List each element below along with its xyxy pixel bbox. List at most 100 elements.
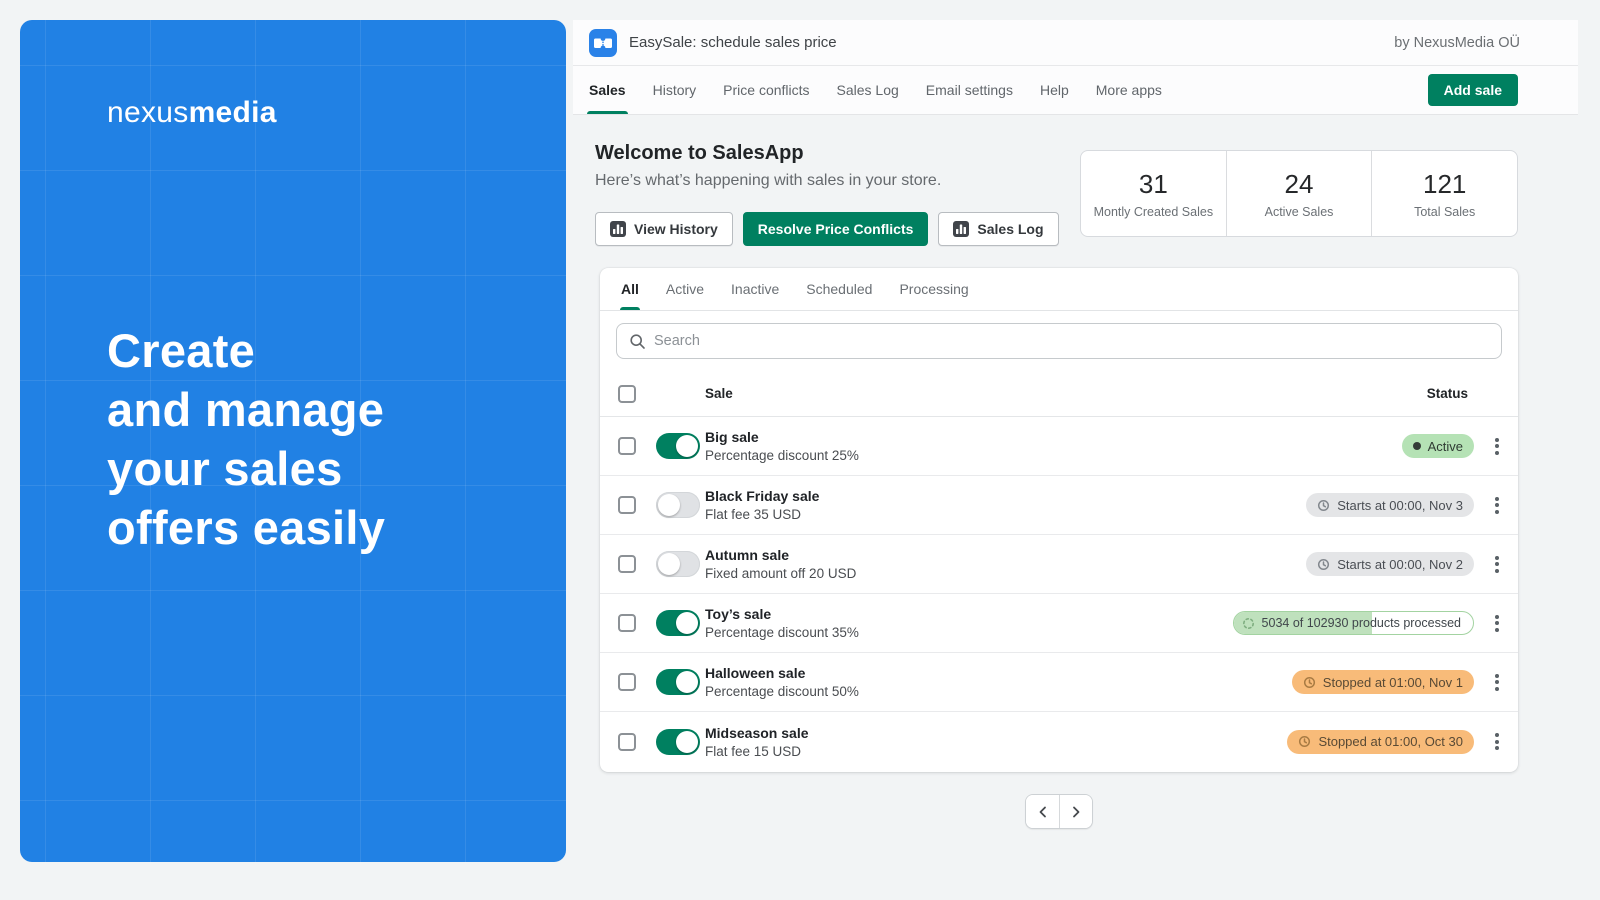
- toggle-knob: [676, 731, 698, 753]
- sale-description: Percentage discount 50%: [705, 684, 1292, 699]
- sale-name: Big sale: [705, 429, 1402, 445]
- sale-toggle[interactable]: [656, 433, 700, 459]
- status-badge-text: Stopped at 01:00, Oct 30: [1318, 734, 1463, 749]
- search-input[interactable]: [654, 333, 1489, 349]
- nav-tab-price-conflicts[interactable]: Price conflicts: [723, 66, 809, 114]
- pager-control: [1025, 794, 1093, 829]
- nav-tab-email-settings[interactable]: Email settings: [926, 66, 1013, 114]
- status-badge-text: Stopped at 01:00, Nov 1: [1323, 675, 1463, 690]
- next-page-button[interactable]: [1059, 795, 1092, 828]
- sale-info: Big sale Percentage discount 25%: [705, 429, 1402, 463]
- app-byline: by NexusMedia OÜ: [1394, 35, 1520, 51]
- resolve-price-conflicts-button[interactable]: Resolve Price Conflicts: [743, 212, 929, 246]
- prev-page-button[interactable]: [1026, 795, 1059, 828]
- pagination: [600, 794, 1518, 829]
- row-checkbox[interactable]: [618, 437, 636, 455]
- table-row: Big sale Percentage discount 25% Active: [600, 417, 1518, 476]
- sale-toggle[interactable]: [656, 610, 700, 636]
- stat-active-sales: 24Active Sales: [1226, 151, 1372, 236]
- nav-tab-sales-log[interactable]: Sales Log: [837, 66, 899, 114]
- brand-logo: nexusmedia: [107, 96, 277, 130]
- nav-tab-help[interactable]: Help: [1040, 66, 1069, 114]
- nav-tab-history[interactable]: History: [653, 66, 697, 114]
- sale-description: Flat fee 35 USD: [705, 507, 1306, 522]
- sale-toggle[interactable]: [656, 551, 700, 577]
- row-checkbox[interactable]: [618, 496, 636, 514]
- stat-montly-created-sales: 31 Montly Created Sales: [1081, 151, 1226, 236]
- stat-value: 31: [1139, 169, 1168, 200]
- app-area: EasySale: schedule sales price by NexusM…: [566, 0, 1600, 900]
- sale-toggle[interactable]: [656, 729, 700, 755]
- sale-toggle[interactable]: [656, 669, 700, 695]
- sale-info: Halloween sale Percentage discount 50%: [705, 665, 1292, 699]
- table-row: Black Friday sale Flat fee 35 USD Starts…: [600, 476, 1518, 535]
- kebab-menu-icon[interactable]: [1488, 615, 1506, 632]
- kebab-menu-icon[interactable]: [1488, 556, 1506, 573]
- brand-headline-line: and manage: [107, 380, 385, 439]
- filter-tab-all[interactable]: All: [621, 268, 639, 310]
- view-history-button[interactable]: View History: [595, 212, 733, 246]
- add-sale-button[interactable]: Add sale: [1428, 74, 1518, 106]
- filter-tab-inactive[interactable]: Inactive: [731, 268, 779, 310]
- sale-name: Autumn sale: [705, 547, 1306, 563]
- status-badge: Stopped at 01:00, Nov 1: [1292, 670, 1474, 694]
- sales-log-button[interactable]: Sales Log: [938, 212, 1058, 246]
- stat-total-sales: 121 Total Sales: [1371, 151, 1517, 236]
- status-badge: Starts at 00:00, Nov 3: [1306, 493, 1474, 517]
- welcome-subtitle: Here’s what’s happening with sales in yo…: [595, 172, 1065, 190]
- table-row: Toy’s sale Percentage discount 35% 5034 …: [600, 594, 1518, 653]
- stat-value: 121: [1423, 169, 1466, 200]
- sale-description: Percentage discount 25%: [705, 448, 1402, 463]
- stat-label: Montly Created Sales: [1094, 205, 1214, 219]
- toggle-knob: [658, 553, 680, 575]
- clock-icon: [1303, 676, 1316, 689]
- brand-headline-line: offers easily: [107, 498, 385, 557]
- status-badge-text: 5034 of 102930 products processed: [1262, 616, 1461, 630]
- bar-chart-icon: [953, 221, 969, 237]
- nav-tabs: Sales History Price conflicts Sales Log Emai…: [589, 66, 1162, 114]
- table-row: Halloween sale Percentage discount 50% S…: [600, 653, 1518, 712]
- row-checkbox[interactable]: [618, 673, 636, 691]
- app-title-row: EasySale: schedule sales price by NexusM…: [573, 20, 1578, 66]
- brand-headline: Createand manageyour salesoffers easily: [107, 321, 385, 557]
- clock-icon: [1317, 499, 1330, 512]
- status-badge: Active: [1402, 434, 1474, 458]
- kebab-menu-icon[interactable]: [1488, 733, 1506, 750]
- stats-box: 31 Montly Created Sales 24Active Sales 121 T…: [1080, 150, 1518, 237]
- row-checkbox[interactable]: [618, 555, 636, 573]
- filter-tab-active[interactable]: Active: [666, 268, 704, 310]
- brand-logo-light: nexus: [107, 96, 189, 129]
- filter-tabs: All Active Inactive Scheduled Processing: [600, 268, 1518, 311]
- kebab-menu-icon[interactable]: [1488, 497, 1506, 514]
- sale-name: Midseason sale: [705, 725, 1287, 741]
- nav-tab-sales[interactable]: Sales: [589, 66, 626, 114]
- sale-description: Percentage discount 35%: [705, 625, 1233, 640]
- welcome-buttons: View History Resolve Price Conflicts Sales…: [595, 212, 1065, 246]
- filter-tab-processing[interactable]: Processing: [899, 268, 968, 310]
- row-checkbox[interactable]: [618, 614, 636, 632]
- nav-tab-more-apps[interactable]: More apps: [1096, 66, 1162, 114]
- stat-label: Total Sales: [1414, 205, 1475, 219]
- brand-logo-bold: media: [189, 96, 277, 129]
- sale-name: Toy’s sale: [705, 606, 1233, 622]
- filter-tab-scheduled[interactable]: Scheduled: [806, 268, 872, 310]
- kebab-menu-icon[interactable]: [1488, 438, 1506, 455]
- clock-icon: [1298, 735, 1311, 748]
- button-label: View History: [634, 221, 718, 237]
- ticket-icon: [589, 29, 617, 57]
- toggle-knob: [676, 612, 698, 634]
- status-dot-icon: [1413, 442, 1421, 450]
- column-header-status: Status: [1427, 386, 1506, 401]
- row-checkbox[interactable]: [618, 733, 636, 751]
- app-title: EasySale: schedule sales price: [629, 34, 837, 51]
- sale-toggle[interactable]: [656, 492, 700, 518]
- status-badge: Stopped at 01:00, Oct 30: [1287, 730, 1474, 754]
- app-header: EasySale: schedule sales price by NexusM…: [573, 20, 1578, 115]
- sale-description: Flat fee 15 USD: [705, 744, 1287, 759]
- kebab-menu-icon[interactable]: [1488, 674, 1506, 691]
- stat-value: 24: [1285, 169, 1314, 200]
- clock-icon: [1317, 558, 1330, 571]
- status-badge-text: Starts at 00:00, Nov 2: [1337, 557, 1463, 572]
- select-all-checkbox[interactable]: [618, 385, 636, 403]
- status-badge: Starts at 00:00, Nov 2: [1306, 552, 1474, 576]
